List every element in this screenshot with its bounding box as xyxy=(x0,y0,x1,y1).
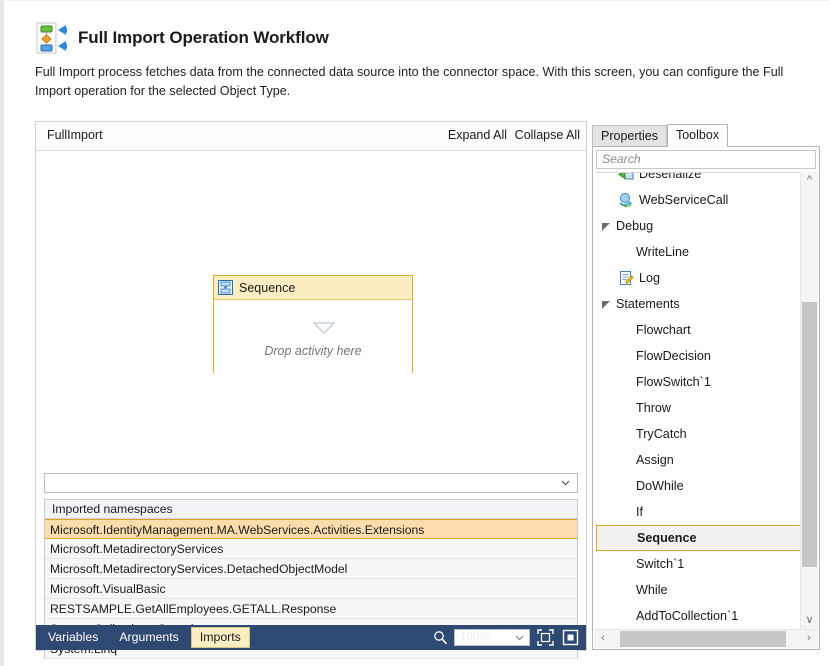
toolbox-item-flowswitch[interactable]: FlowSwitch`1 xyxy=(596,369,800,395)
toolbox-item-label: Sequence xyxy=(637,531,697,545)
toolbox-item-label: DoWhile xyxy=(636,479,684,493)
toolbox-item-flowdecision[interactable]: FlowDecision xyxy=(596,343,800,369)
toolbox-item-webservicecall[interactable]: WebServiceCall xyxy=(596,187,800,213)
toolbox-item-label: Throw xyxy=(636,401,671,415)
toolbox-item-label: FlowSwitch`1 xyxy=(636,375,711,389)
scroll-down-icon[interactable]: ∨ xyxy=(801,612,818,629)
toolbox-item-label: Flowchart xyxy=(636,323,691,337)
workflow-canvas[interactable]: Sequence Drop activity here Imported nam… xyxy=(36,151,586,659)
toolbox-item-switch[interactable]: Switch`1 xyxy=(596,551,800,577)
log-icon xyxy=(618,270,634,286)
designer-status-bar: Variables Arguments Imports 100% xyxy=(36,625,586,650)
toolbox-item-sequence[interactable]: Sequence xyxy=(596,525,800,551)
toolbox-item-while[interactable]: While xyxy=(596,577,800,603)
zoom-controls: 100% xyxy=(433,625,580,650)
deserialize-icon xyxy=(618,173,634,182)
search-input[interactable]: Search xyxy=(596,150,816,169)
expander-open-icon[interactable] xyxy=(600,298,612,310)
toolbox-item-label: If xyxy=(636,505,643,519)
table-row[interactable]: Microsoft.VisualBasic xyxy=(45,579,577,599)
toolbox-item-label: Assign xyxy=(636,453,674,467)
toolbox-category-debug[interactable]: Debug xyxy=(596,213,800,239)
chevron-down-icon xyxy=(561,478,570,487)
scroll-up-icon[interactable]: ^ xyxy=(801,172,818,189)
toolbox-item-flowchart[interactable]: Flowchart xyxy=(596,317,800,343)
toolbox-item-label: WriteLine xyxy=(636,245,689,259)
toolbox-category-label: Debug xyxy=(616,219,654,233)
app-window: Full Import Operation Workflow Full Impo… xyxy=(0,0,829,666)
toolbox-tree[interactable]: Deserialize WebServiceCall Debug WriteLi… xyxy=(596,172,800,629)
sequence-activity-header[interactable]: Sequence xyxy=(214,276,412,300)
table-row[interactable]: Microsoft.IdentityManagement.MA.WebServi… xyxy=(45,519,577,539)
toolbox-item-label: TryCatch xyxy=(636,427,687,441)
scroll-right-icon[interactable]: › xyxy=(800,630,818,648)
namespace-combo[interactable] xyxy=(44,473,578,493)
toolbox-item-label: AddToCollection`1 xyxy=(636,609,739,623)
table-row[interactable]: Microsoft.MetadirectoryServices xyxy=(45,539,577,559)
toolbox-item-label: While xyxy=(636,583,668,597)
expander-open-icon[interactable] xyxy=(600,220,612,232)
vertical-scrollbar-thumb[interactable] xyxy=(802,302,817,567)
toolbox-item-label: WebServiceCall xyxy=(639,193,729,207)
breadcrumb[interactable]: FullImport xyxy=(47,128,103,142)
expand-all-link[interactable]: Expand All xyxy=(448,128,507,142)
page-header: Full Import Operation Workflow xyxy=(34,15,814,61)
tab-toolbox[interactable]: Toolbox xyxy=(666,124,729,147)
toolbox-item-assign[interactable]: Assign xyxy=(596,447,800,473)
workflow-icon xyxy=(34,21,68,55)
toolbox-item-addtocollection[interactable]: AddToCollection`1 xyxy=(596,603,800,629)
side-panel: Properties Toolbox Search Deserialize We… xyxy=(592,124,820,651)
scroll-left-icon[interactable]: ‹ xyxy=(594,630,612,648)
sequence-icon xyxy=(218,280,233,295)
designer-toolbar: FullImport Expand All Collapse All xyxy=(36,122,586,151)
toolbox-item-dowhile[interactable]: DoWhile xyxy=(596,473,800,499)
collapse-all-link[interactable]: Collapse All xyxy=(515,128,580,142)
toolbox-item-label: Deserialize xyxy=(639,172,702,181)
table-row[interactable]: Microsoft.MetadirectoryServices.Detached… xyxy=(45,559,577,579)
search-placeholder: Search xyxy=(602,152,641,166)
zoom-level-combo[interactable]: 100% xyxy=(454,629,530,646)
toolbox-item-log[interactable]: Log xyxy=(596,265,800,291)
toolbox-item-label: FlowDecision xyxy=(636,349,711,363)
toolbox-item-trycatch[interactable]: TryCatch xyxy=(596,421,800,447)
page-description: Full Import process fetches data from th… xyxy=(35,65,784,98)
drop-activity-hint: Drop activity here xyxy=(264,344,362,358)
toolbox-horizontal-scrollbar[interactable]: ‹ › xyxy=(594,629,818,648)
webservicecall-icon xyxy=(618,192,634,208)
toolbox-vertical-scrollbar[interactable]: ^ ∨ xyxy=(800,172,818,629)
fit-to-screen-icon[interactable] xyxy=(536,628,555,647)
status-tab-imports[interactable]: Imports xyxy=(190,627,250,648)
toolbox-category-statements[interactable]: Statements xyxy=(596,291,800,317)
toolbox-item-throw[interactable]: Throw xyxy=(596,395,800,421)
toolbox-item-if[interactable]: If xyxy=(596,499,800,525)
table-row[interactable]: RESTSAMPLE.GetAllEmployees.GETALL.Respon… xyxy=(45,599,577,619)
table-column-header: Imported namespaces xyxy=(45,500,577,519)
horizontal-scrollbar-thumb[interactable] xyxy=(620,631,786,647)
status-tab-variables[interactable]: Variables xyxy=(39,627,107,648)
workflow-designer-pane: FullImport Expand All Collapse All Seque… xyxy=(35,121,587,659)
tab-properties[interactable]: Properties xyxy=(592,125,667,147)
status-tab-arguments[interactable]: Arguments xyxy=(110,627,187,648)
zoom-level-value: 100% xyxy=(460,631,490,643)
toolbox-item-writeline[interactable]: WriteLine xyxy=(596,239,800,265)
magnifier-icon[interactable] xyxy=(433,630,448,645)
chevron-down-icon xyxy=(515,633,524,642)
sequence-activity-body[interactable]: Drop activity here xyxy=(214,300,412,373)
side-panel-tabs: Properties Toolbox xyxy=(592,124,820,147)
toolbox-item-label: Log xyxy=(639,271,661,285)
sequence-activity-title: Sequence xyxy=(239,280,296,295)
overview-map-icon[interactable] xyxy=(561,628,580,647)
sequence-activity[interactable]: Sequence Drop activity here xyxy=(213,275,413,373)
toolbox-item-deserialize[interactable]: Deserialize xyxy=(596,172,800,187)
toolbox-category-label: Statements xyxy=(616,297,680,311)
page-title: Full Import Operation Workflow xyxy=(78,28,329,47)
toolbox-item-label: Switch`1 xyxy=(636,557,685,571)
toolbox-panel: Search Deserialize WebServiceCall Debug … xyxy=(592,146,820,650)
